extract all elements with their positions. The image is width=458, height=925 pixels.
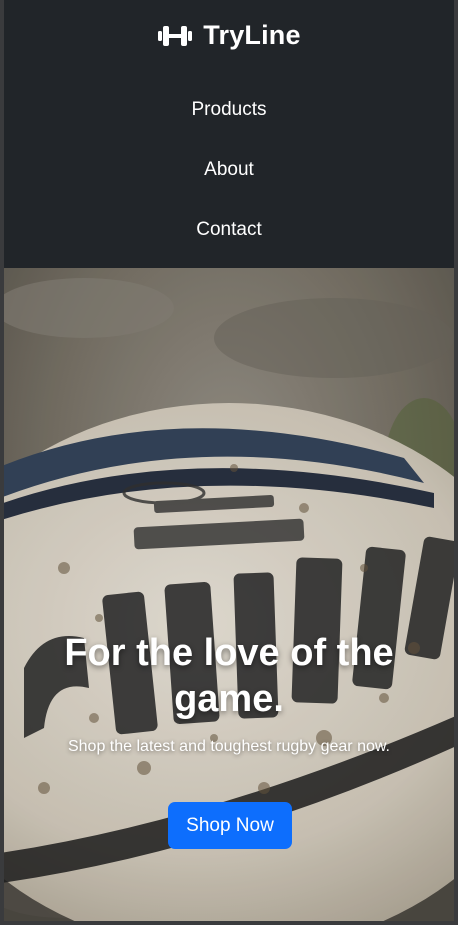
- nav-link-products[interactable]: Products: [192, 99, 267, 121]
- nav-item-about: About: [4, 140, 454, 200]
- nav-item-products: Products: [4, 80, 454, 140]
- page-frame: TryLine Products About Contact For the l…: [4, 0, 454, 921]
- nav-links: Products About Contact: [4, 80, 454, 260]
- hero-section: For the love of the game. Shop the lates…: [4, 268, 454, 921]
- navbar: TryLine Products About Contact: [4, 0, 454, 268]
- nav-item-contact: Contact: [4, 200, 454, 260]
- shop-now-button[interactable]: Shop Now: [168, 802, 292, 849]
- dumbbell-icon: [157, 23, 193, 49]
- nav-link-about[interactable]: About: [204, 159, 254, 181]
- brand-name: TryLine: [203, 20, 301, 50]
- hero-subtitle: Shop the latest and toughest rugby gear …: [67, 738, 390, 755]
- nav-link-contact[interactable]: Contact: [196, 219, 261, 241]
- hero-title: For the love of the game.: [64, 632, 394, 720]
- brand-link[interactable]: TryLine: [4, 20, 454, 51]
